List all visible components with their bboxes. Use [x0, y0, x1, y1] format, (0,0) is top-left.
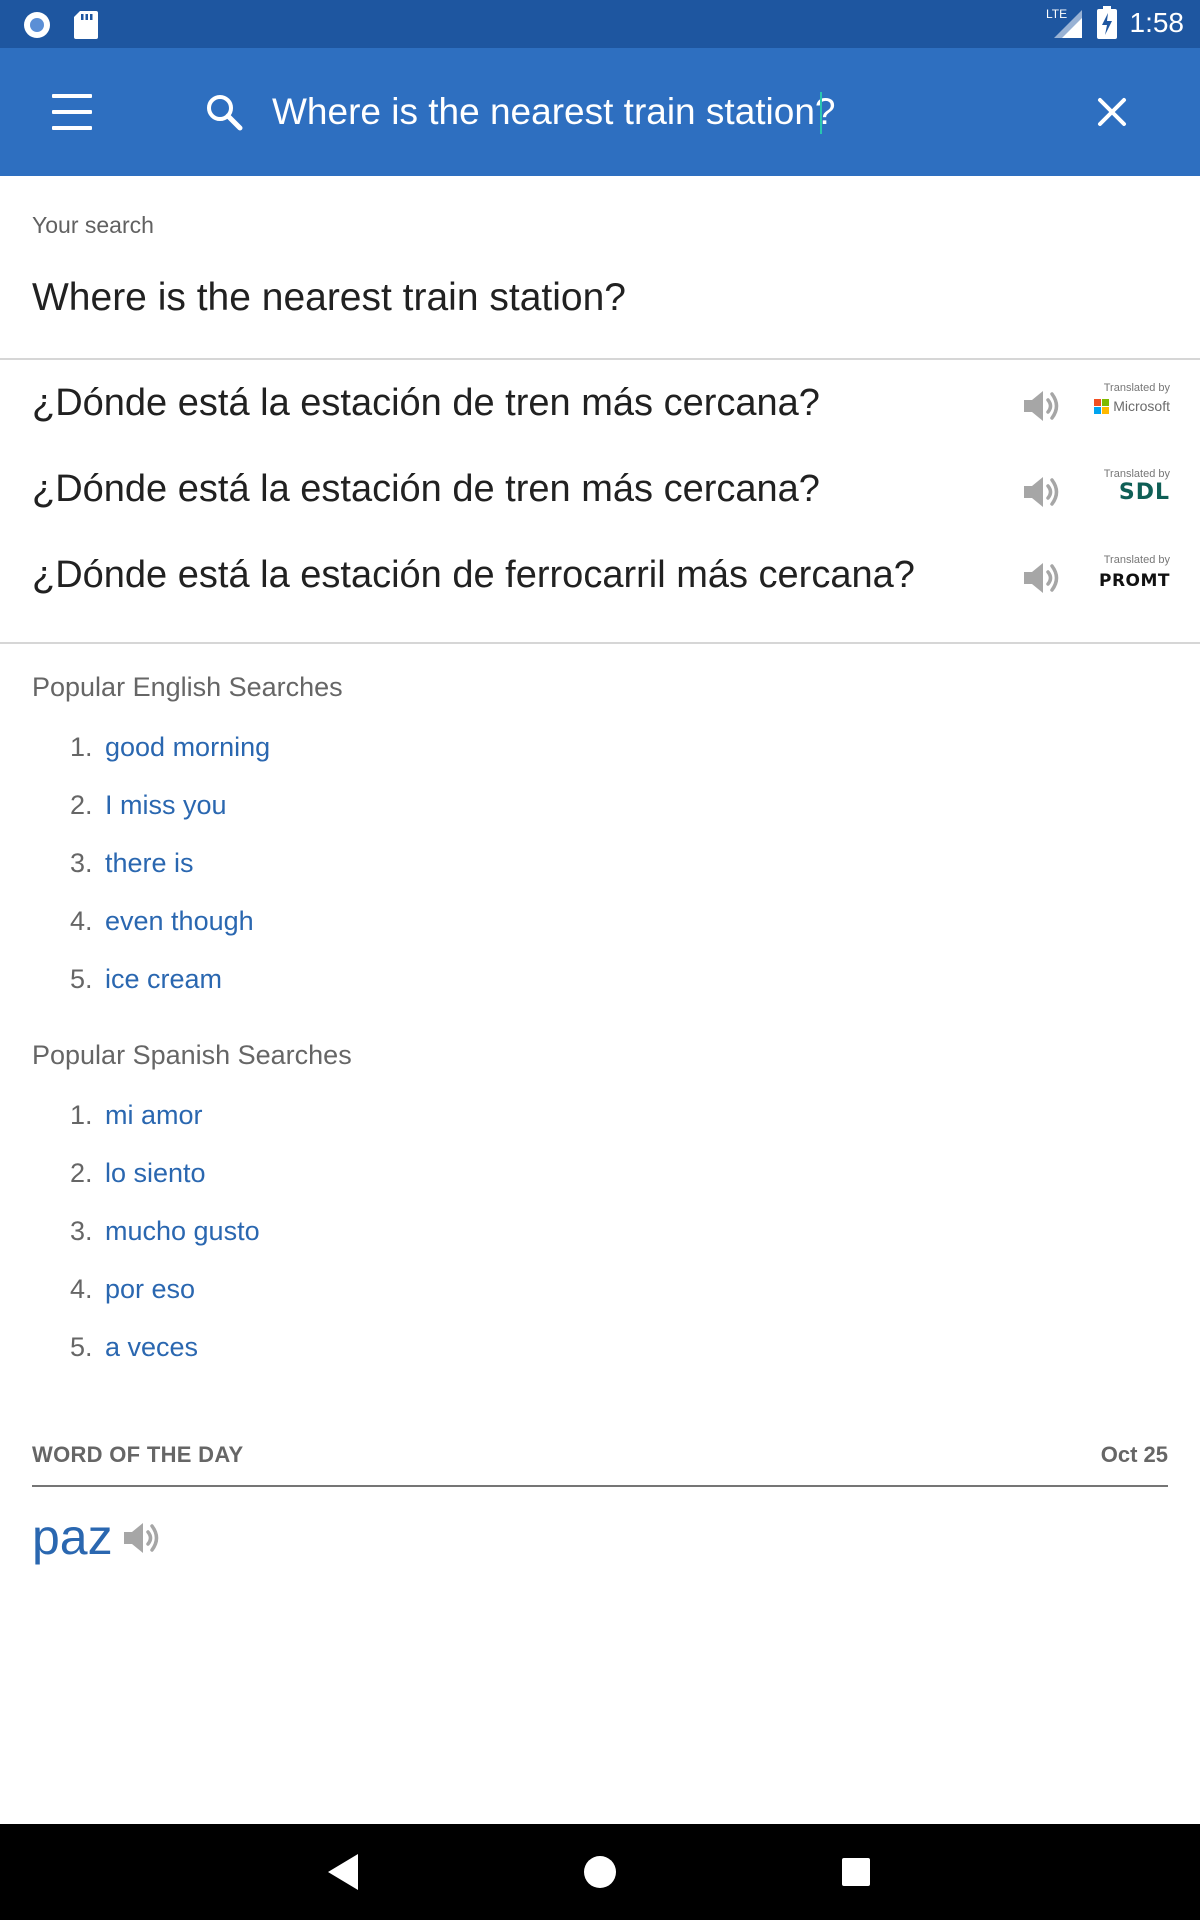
microsoft-badge: Translated by Microsoft [1090, 382, 1170, 422]
text-cursor [820, 92, 822, 134]
popular-search-link[interactable]: even though [105, 906, 254, 937]
your-search-text: Where is the nearest train station? [32, 276, 626, 319]
home-icon[interactable] [574, 1846, 626, 1898]
divider [0, 642, 1200, 644]
list-item: 1. good morning [70, 731, 271, 763]
list-item: 3. there is [70, 847, 194, 879]
popular-search-link[interactable]: por eso [105, 1274, 195, 1305]
search-icon [207, 95, 243, 131]
list-item: 5. ice cream [70, 963, 223, 995]
sd-card-icon [74, 11, 98, 39]
search-input[interactable] [272, 76, 992, 148]
word-of-day-date: Oct 25 [1100, 1442, 1168, 1467]
clock: 1:58 [1129, 7, 1185, 38]
translated-by-label: Translated by [1103, 554, 1170, 566]
recents-icon[interactable] [830, 1846, 882, 1898]
word-of-day-link[interactable]: paz [32, 1508, 113, 1566]
popular-search-link[interactable]: mi amor [105, 1100, 203, 1131]
list-item: 3. mucho gusto [70, 1215, 260, 1247]
speaker-icon[interactable] [1018, 468, 1066, 516]
navigation-bar [0, 1824, 1200, 1920]
popular-search-link[interactable]: ice cream [105, 964, 222, 995]
menu-icon [52, 94, 92, 98]
list-item: 4. even though [70, 905, 254, 937]
status-bar: LTE 1:58 [0, 0, 1200, 48]
divider [0, 358, 1200, 360]
list-item: 4. por eso [70, 1273, 196, 1305]
list-item: 1. mi amor [70, 1099, 203, 1131]
popular-english-title: Popular English Searches [32, 672, 343, 702]
divider [32, 1485, 1168, 1487]
translation-row[interactable]: ¿Dónde está la estación de ferrocarril m… [0, 534, 1200, 620]
network-label: LTE [1046, 7, 1067, 21]
translated-by-label: Translated by [1103, 382, 1170, 394]
back-icon[interactable] [318, 1846, 370, 1898]
search-toolbar [0, 48, 1200, 176]
lte-signal-icon: LTE [1046, 7, 1082, 38]
app-notification-icon [24, 12, 50, 38]
provider-name: SDL [1118, 480, 1170, 505]
translation-text: ¿Dónde está la estación de tren más cerc… [32, 468, 820, 510]
popular-search-link[interactable]: I miss you [105, 790, 227, 821]
speaker-icon[interactable] [118, 1514, 166, 1562]
popular-search-link[interactable]: a veces [105, 1332, 198, 1363]
popular-search-link[interactable]: lo siento [105, 1158, 206, 1189]
translation-text: ¿Dónde está la estación de ferrocarril m… [32, 554, 915, 596]
translation-row[interactable]: ¿Dónde está la estación de tren más cerc… [0, 448, 1200, 534]
battery-charging-icon [1096, 6, 1117, 39]
popular-search-link[interactable]: good morning [105, 732, 270, 763]
provider-name: Microsoft [1113, 398, 1170, 414]
popular-search-link[interactable]: mucho gusto [105, 1216, 260, 1247]
list-item: 2. lo siento [70, 1157, 206, 1189]
your-search-label: Your search [32, 212, 154, 238]
translation-row[interactable]: ¿Dónde está la estación de tren más cerc… [0, 362, 1200, 448]
close-icon[interactable] [1088, 88, 1136, 136]
word-of-day-label: WORD OF THE DAY [32, 1442, 244, 1467]
microsoft-logo-icon [1094, 398, 1110, 414]
promt-badge: Translated by PROMT [1090, 554, 1170, 594]
speaker-icon[interactable] [1018, 554, 1066, 602]
speaker-icon[interactable] [1018, 382, 1066, 430]
provider-name: PROMT [1098, 571, 1170, 591]
list-item: 2. I miss you [70, 789, 227, 821]
popular-search-link[interactable]: there is [105, 848, 194, 879]
list-item: 5. a veces [70, 1331, 199, 1363]
popular-spanish-title: Popular Spanish Searches [32, 1040, 352, 1070]
sdl-badge: Translated by SDL [1090, 468, 1170, 508]
menu-button[interactable] [40, 88, 104, 136]
translation-text: ¿Dónde está la estación de tren más cerc… [32, 382, 820, 424]
